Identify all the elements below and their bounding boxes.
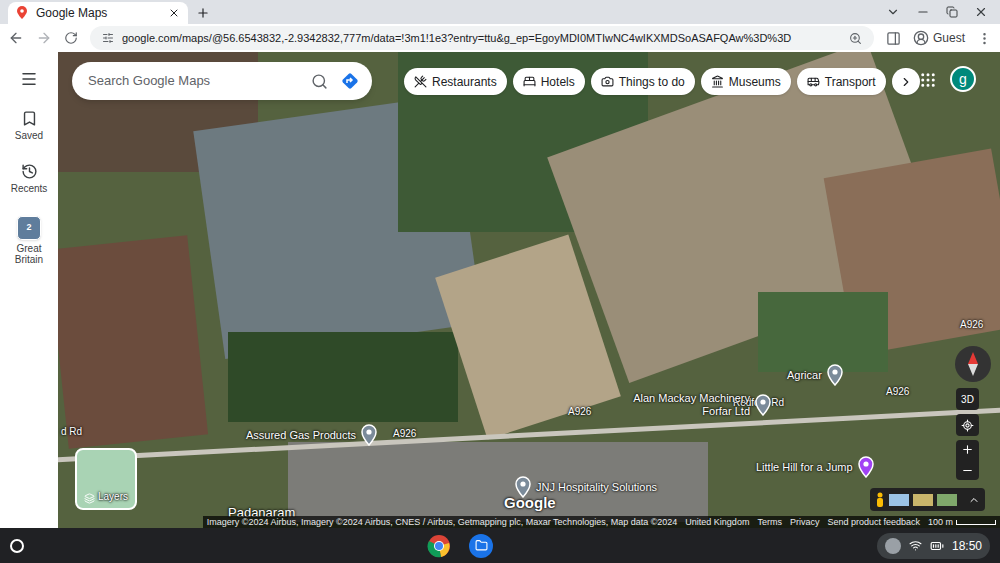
apps-grid-icon[interactable]	[919, 71, 937, 89]
compass-needle-icon	[968, 352, 978, 376]
zoom-controls	[956, 440, 979, 480]
category-chip[interactable]: Hotels	[513, 68, 585, 95]
satellite-field	[58, 235, 208, 449]
satellite-field	[758, 292, 888, 372]
maps-sidebar: Saved Recents 2Great Britain	[0, 52, 58, 528]
close-tab-icon[interactable]	[168, 7, 180, 19]
chip-icon	[711, 75, 724, 88]
menu-icon[interactable]	[977, 31, 992, 46]
clock: 18:50	[952, 537, 982, 555]
files-app[interactable]	[469, 534, 493, 558]
forward-icon[interactable]	[36, 30, 52, 46]
expand-icon	[968, 494, 980, 506]
zoom-icon[interactable]	[849, 32, 862, 45]
chip-icon	[601, 75, 614, 88]
map-label: A926	[886, 384, 909, 399]
search-box[interactable]: Search Google Maps	[72, 62, 372, 100]
chip-icon	[807, 75, 820, 88]
tab-search-icon[interactable]	[886, 5, 900, 19]
category-chips: RestaurantsHotelsThings to doMuseumsTran…	[404, 68, 920, 95]
maps-favicon-icon	[16, 6, 28, 20]
sidebar-item[interactable]: 2Great Britain	[1, 216, 57, 265]
wifi-icon	[909, 539, 922, 552]
category-chip[interactable]: Museums	[701, 68, 791, 95]
map-pin-icon[interactable]	[360, 424, 378, 446]
place-marker[interactable]: Assured Gas Products	[246, 424, 378, 446]
compass[interactable]	[955, 346, 991, 382]
zoom-in-icon[interactable]	[961, 443, 974, 456]
map-pin-icon[interactable]	[754, 394, 772, 416]
map-pin-icon[interactable]	[826, 364, 844, 386]
map-label: d Rd	[61, 424, 82, 439]
map-label: A926	[568, 404, 591, 419]
sidebar-item[interactable]: Saved	[1, 110, 57, 141]
address-bar[interactable]: google.com/maps/@56.6543832,-2.9342832,7…	[90, 26, 874, 50]
maps-app: SavedRecents2Great BritainSearch Google …	[0, 52, 1000, 528]
account-avatar[interactable]: g	[950, 66, 976, 92]
toolbar: google.com/maps/@56.6543832,-2.9342832,7…	[0, 24, 1000, 52]
imagery-strip[interactable]	[870, 488, 985, 511]
profile-icon	[913, 30, 929, 46]
sidebar-item[interactable]: Recents	[1, 163, 57, 194]
profile-button[interactable]: Guest	[913, 29, 965, 47]
chip-icon	[414, 75, 427, 88]
site-info-icon[interactable]	[102, 32, 114, 44]
chrome-icon[interactable]	[427, 534, 451, 558]
launcher-button[interactable]	[10, 539, 24, 553]
map-label: A926	[393, 426, 416, 441]
chip-icon	[523, 75, 536, 88]
google-logo: Google	[504, 492, 556, 515]
folder-icon	[475, 539, 488, 552]
pegman-icon	[875, 492, 885, 508]
place-marker[interactable]: Agricar	[787, 364, 844, 386]
zoom-out-icon[interactable]	[961, 464, 974, 477]
taskbar: 18:50	[0, 528, 1000, 563]
close-window-icon[interactable]	[974, 5, 988, 19]
3d-button[interactable]: 3D	[956, 388, 979, 410]
minimize-icon[interactable]	[916, 5, 930, 19]
satellite-field	[228, 332, 458, 422]
map-pin-icon[interactable]	[857, 456, 875, 478]
locate-button[interactable]	[956, 414, 979, 436]
history-icon	[21, 163, 38, 180]
place-marker[interactable]: Alan Mackay Machinery Forfar Ltd	[630, 392, 772, 418]
footer-link[interactable]: Privacy	[790, 516, 820, 528]
locate-icon	[961, 419, 974, 432]
footer-link[interactable]: Terms	[757, 516, 782, 528]
directions-icon[interactable]	[340, 71, 360, 91]
map-label: A926	[960, 317, 983, 332]
place-thumbnail: 2	[17, 216, 41, 240]
new-tab-icon[interactable]	[196, 6, 210, 20]
status-area[interactable]: 18:50	[877, 533, 990, 559]
layers-icon	[84, 493, 95, 504]
back-icon[interactable]	[8, 30, 24, 46]
map-canvas[interactable]: Search Google Maps RestaurantsHotelsThing…	[58, 52, 1000, 528]
category-chip[interactable]: Transport	[797, 68, 886, 95]
layers-button[interactable]: Layers	[75, 448, 137, 510]
avatar-icon	[885, 538, 901, 554]
hamburger-icon[interactable]	[20, 70, 38, 88]
tab-strip: Google Maps	[0, 0, 1000, 24]
side-panel-icon[interactable]	[886, 31, 901, 46]
more-chips-button[interactable]	[892, 68, 920, 95]
screen: Google Maps google.com/maps/@56.6543832,-…	[0, 0, 1000, 563]
tab-title: Google Maps	[36, 4, 160, 22]
reload-icon[interactable]	[64, 31, 78, 45]
footer-link[interactable]: United Kingdom	[685, 516, 749, 528]
attribution: Imagery ©2024 Airbus, Imagery ©2024 Airb…	[207, 516, 677, 528]
category-chip[interactable]: Things to do	[591, 68, 695, 95]
chevron-right-icon	[899, 75, 913, 89]
search-icon[interactable]	[311, 73, 328, 90]
map-footer: Imagery ©2024 Airbus, Imagery ©2024 Airb…	[203, 516, 1000, 528]
scale: 100 m	[928, 516, 996, 528]
restore-icon[interactable]	[946, 6, 958, 18]
battery-icon	[930, 539, 944, 553]
url: google.com/maps/@56.6543832,-2.9342832,7…	[122, 30, 841, 47]
bookmark-icon	[21, 110, 38, 127]
browser-tab[interactable]: Google Maps	[8, 2, 188, 24]
category-chip[interactable]: Restaurants	[404, 68, 507, 95]
footer-link[interactable]: Send product feedback	[827, 516, 920, 528]
place-marker[interactable]: Little Hill for a Jump	[756, 456, 875, 478]
